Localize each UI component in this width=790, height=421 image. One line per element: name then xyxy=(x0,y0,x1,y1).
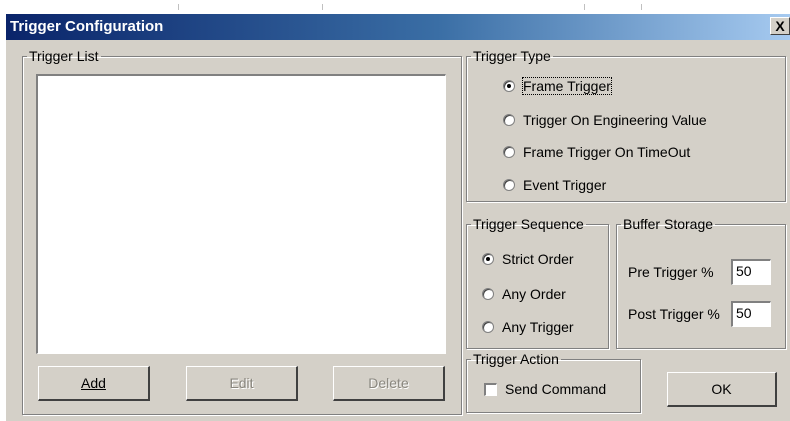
close-icon: X xyxy=(775,18,785,34)
delete-button[interactable]: Delete xyxy=(333,366,445,401)
checkbox-icon xyxy=(484,382,497,396)
radio-button-icon xyxy=(503,146,515,158)
send-command-label: Send Command xyxy=(505,381,607,397)
radio-label: Frame Trigger On TimeOut xyxy=(523,144,691,160)
radio-trigger-on-engineering-value[interactable]: Trigger On Engineering Value xyxy=(503,112,707,128)
radio-frame-trigger-on-timeout[interactable]: Frame Trigger On TimeOut xyxy=(503,144,690,160)
trigger-list-box[interactable] xyxy=(36,74,446,354)
add-label: Add xyxy=(81,375,106,391)
radio-label: Any Order xyxy=(502,286,566,302)
radio-any-trigger[interactable]: Any Trigger xyxy=(482,319,574,335)
pre-trigger-label: Pre Trigger % xyxy=(628,264,714,280)
radio-any-order[interactable]: Any Order xyxy=(482,286,566,302)
radio-label: Event Trigger xyxy=(523,177,607,193)
radio-strict-order[interactable]: Strict Order xyxy=(482,251,574,267)
pre-trigger-input[interactable]: 50 xyxy=(731,259,771,285)
ok-button[interactable]: OK xyxy=(667,372,777,407)
trigger-configuration-dialog: Trigger Configuration X Trigger List Add… xyxy=(6,14,790,421)
radio-frame-trigger[interactable]: Frame Trigger xyxy=(503,77,612,95)
trigger-list-legend: Trigger List xyxy=(29,48,99,64)
background-strip xyxy=(0,0,790,14)
ok-label: OK xyxy=(711,381,732,397)
edit-button[interactable]: Edit xyxy=(186,366,298,401)
divider xyxy=(641,4,642,10)
delete-label: Delete xyxy=(368,375,409,391)
trigger-type-legend: Trigger Type xyxy=(473,48,551,64)
buffer-storage-legend: Buffer Storage xyxy=(623,216,714,232)
send-command-checkbox[interactable]: Send Command xyxy=(484,381,606,397)
window-title: Trigger Configuration xyxy=(10,18,164,35)
title-bar[interactable]: Trigger Configuration X xyxy=(6,14,790,40)
radio-label: Frame Trigger xyxy=(522,77,612,95)
radio-button-icon xyxy=(482,288,494,300)
radio-label: Any Trigger xyxy=(502,319,574,335)
edit-label: Edit xyxy=(229,375,254,391)
trigger-sequence-legend: Trigger Sequence xyxy=(473,216,584,232)
post-trigger-input[interactable]: 50 xyxy=(731,301,771,327)
radio-button-icon xyxy=(482,321,494,333)
radio-label: Trigger On Engineering Value xyxy=(523,112,707,128)
radio-button-icon xyxy=(482,253,494,265)
radio-label: Strict Order xyxy=(502,251,574,267)
add-button[interactable]: Add xyxy=(38,366,150,401)
close-button[interactable]: X xyxy=(770,17,790,35)
radio-button-icon xyxy=(503,114,515,126)
post-trigger-label: Post Trigger % xyxy=(628,306,720,322)
radio-button-icon xyxy=(503,80,515,92)
radio-button-icon xyxy=(503,179,515,191)
divider xyxy=(178,4,179,10)
divider xyxy=(322,4,323,10)
radio-event-trigger[interactable]: Event Trigger xyxy=(503,177,606,193)
trigger-action-legend: Trigger Action xyxy=(473,351,559,367)
divider xyxy=(584,4,585,10)
